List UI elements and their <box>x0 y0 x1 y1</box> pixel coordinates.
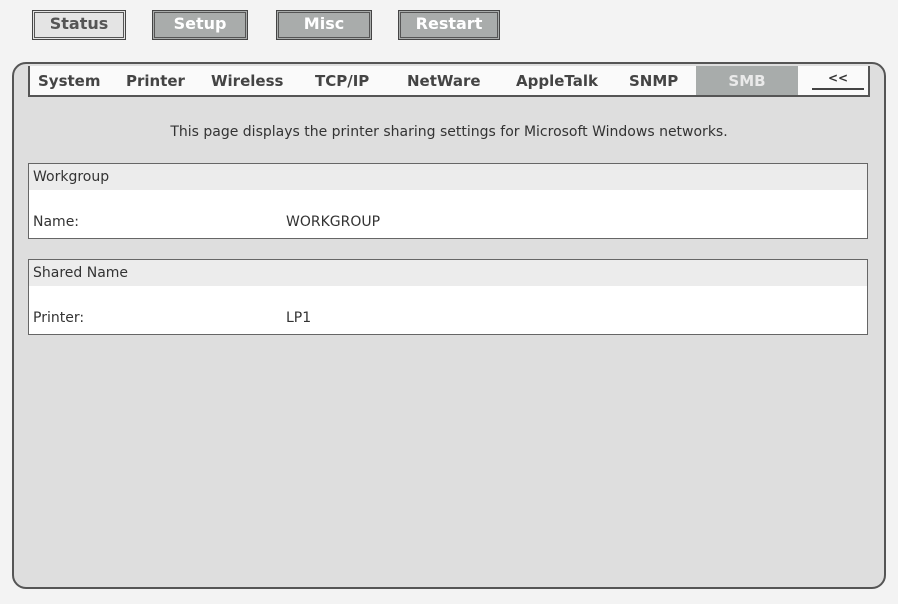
tab-printer[interactable]: Printer <box>126 66 185 95</box>
tab-netware[interactable]: NetWare <box>407 66 481 95</box>
tab-smb[interactable]: SMB <box>696 66 798 95</box>
shared-printer-row: Printer: LP1 <box>29 286 867 334</box>
misc-button[interactable]: Misc <box>276 10 372 40</box>
status-button[interactable]: Status <box>32 10 126 40</box>
workgroup-name-label: Name: <box>33 214 80 230</box>
tab-tcpip[interactable]: TCP/IP <box>315 66 369 95</box>
shared-printer-value: LP1 <box>286 310 312 326</box>
shared-printer-label: Printer: <box>33 310 85 326</box>
back-button[interactable]: << <box>812 68 864 90</box>
workgroup-header: Workgroup <box>29 164 867 190</box>
tab-appletalk[interactable]: AppleTalk <box>516 66 598 95</box>
page-description: This page displays the printer sharing s… <box>170 124 728 140</box>
shared-name-section: Shared Name Printer: LP1 <box>28 259 868 335</box>
tab-wireless[interactable]: Wireless <box>211 66 283 95</box>
restart-button[interactable]: Restart <box>398 10 500 40</box>
shared-name-header: Shared Name <box>29 260 867 286</box>
tab-bar: System Printer Wireless TCP/IP NetWare A… <box>28 66 870 97</box>
tab-snmp[interactable]: SNMP <box>629 66 678 95</box>
tab-system[interactable]: System <box>38 66 100 95</box>
setup-button[interactable]: Setup <box>152 10 248 40</box>
workgroup-name-row: Name: WORKGROUP <box>29 190 867 238</box>
workgroup-section: Workgroup Name: WORKGROUP <box>28 163 868 239</box>
workgroup-name-value: WORKGROUP <box>286 214 381 230</box>
